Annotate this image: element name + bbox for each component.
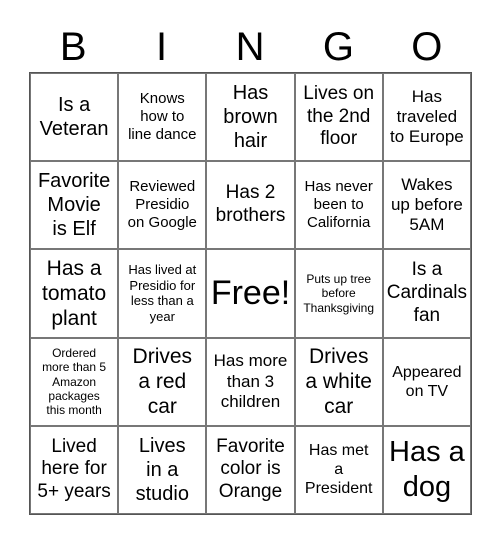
bingo-cell[interactable]: Has more than 3 children	[206, 337, 295, 426]
bingo-cell[interactable]: Has traveled to Europe	[382, 73, 471, 162]
header-letter-n: N	[235, 25, 265, 69]
free-cell[interactable]: Free!	[206, 249, 295, 338]
bingo-cell[interactable]: Is a Cardinals fan	[382, 249, 471, 338]
bingo-cell[interactable]: Reviewed Presidio on Google	[118, 161, 207, 250]
bingo-grid: Is a Veteran Knows how to line dance Has…	[29, 72, 472, 515]
bingo-cell[interactable]: Drives a white car	[294, 337, 383, 426]
bingo-cell[interactable]: Puts up tree before Thanksgiving	[294, 249, 383, 338]
bingo-header: B I N G O	[29, 22, 471, 72]
bingo-cell[interactable]: Lives on the 2nd floor	[294, 73, 383, 162]
header-letter-g: G	[322, 25, 354, 69]
bingo-cell[interactable]: Lived here for 5+ years	[30, 425, 119, 514]
bingo-cell[interactable]: Knows how to line dance	[118, 73, 207, 162]
bingo-cell[interactable]: Favorite color is Orange	[206, 425, 295, 514]
bingo-cell[interactable]: Has brown hair	[206, 73, 295, 162]
bingo-cell[interactable]: Has lived at Presidio for less than a ye…	[118, 249, 207, 338]
bingo-cell[interactable]: Has never been to California	[294, 161, 383, 250]
bingo-cell[interactable]: Has a tomato plant	[30, 249, 119, 338]
bingo-cell[interactable]: Has 2 brothers	[206, 161, 295, 250]
bingo-cell[interactable]: Drives a red car	[118, 337, 207, 426]
bingo-cell[interactable]: Lives in a studio	[118, 425, 207, 514]
header-letter-i: I	[156, 25, 168, 69]
bingo-cell[interactable]: Ordered more than 5 Amazon packages this…	[30, 337, 119, 426]
header-letter-b: B	[59, 25, 87, 69]
bingo-cell[interactable]: Wakes up before 5AM	[382, 161, 471, 250]
header-letter-o: O	[411, 25, 443, 69]
bingo-cell[interactable]: Has met a President	[294, 425, 383, 514]
bingo-cell[interactable]: Appeared on TV	[382, 337, 471, 426]
bingo-cell[interactable]: Is a Veteran	[30, 73, 119, 162]
bingo-cell[interactable]: Has a dog	[382, 425, 471, 514]
bingo-cell[interactable]: Favorite Movie is Elf	[30, 161, 119, 250]
